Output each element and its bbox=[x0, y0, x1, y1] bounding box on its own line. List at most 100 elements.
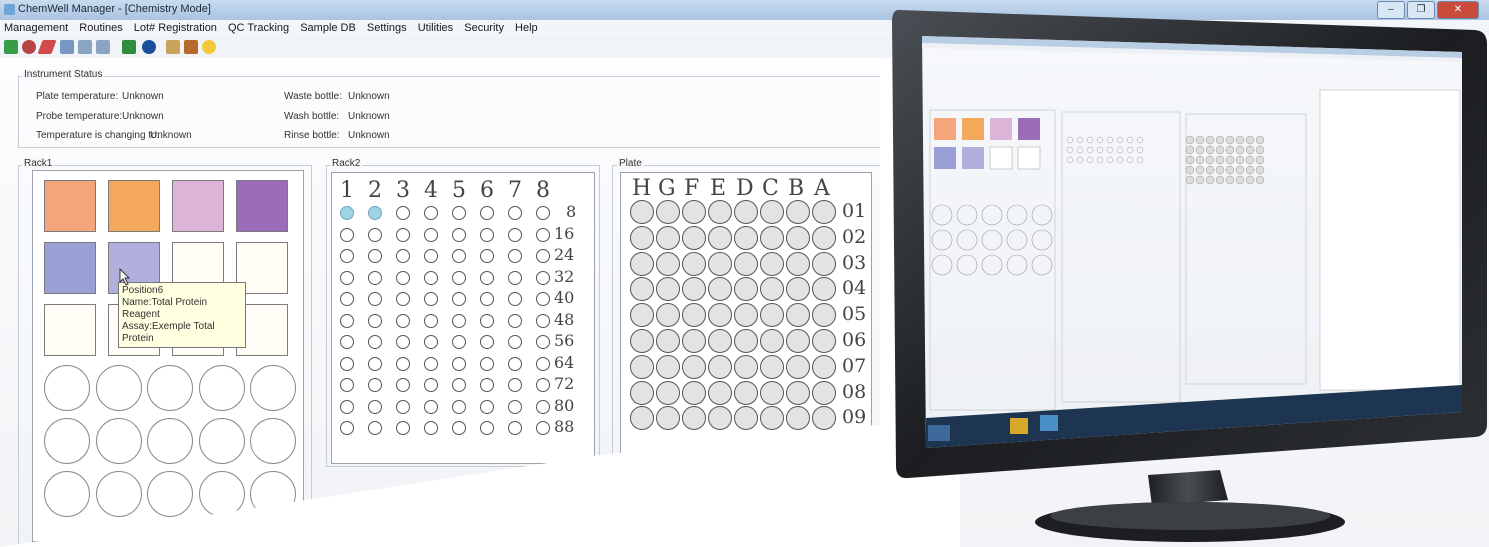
plate-well[interactable] bbox=[812, 354, 836, 379]
rack2-tube[interactable] bbox=[508, 206, 522, 220]
rack2-tube[interactable] bbox=[368, 249, 382, 263]
rack2-tube[interactable] bbox=[424, 356, 438, 371]
rack2-tube[interactable] bbox=[536, 227, 550, 242]
plate-well[interactable] bbox=[760, 380, 784, 405]
rack2-tube[interactable] bbox=[396, 206, 410, 220]
menu-security[interactable]: Security bbox=[460, 20, 508, 36]
plate-well[interactable] bbox=[812, 200, 836, 224]
rack1-tube-8[interactable] bbox=[147, 418, 193, 464]
rack2-tube[interactable] bbox=[396, 270, 410, 285]
robot-icon[interactable] bbox=[22, 40, 36, 54]
rack2-tube[interactable] bbox=[340, 421, 354, 435]
rack2-tube[interactable] bbox=[396, 249, 410, 263]
plate-well[interactable] bbox=[708, 380, 732, 405]
plate-well[interactable] bbox=[708, 329, 732, 353]
rack2-tube[interactable] bbox=[480, 249, 494, 263]
rack1-tube-1[interactable] bbox=[44, 365, 90, 411]
rack2-tube[interactable] bbox=[368, 421, 382, 435]
rack2-tube[interactable] bbox=[452, 399, 466, 414]
rack2-tube[interactable] bbox=[368, 378, 382, 392]
rack2-tube[interactable] bbox=[480, 206, 494, 220]
plate-well[interactable] bbox=[630, 380, 654, 405]
rack2-tube[interactable] bbox=[424, 399, 438, 414]
rack1-tube-12[interactable] bbox=[95, 471, 142, 517]
rack2-tube[interactable] bbox=[396, 399, 410, 414]
plate-well[interactable] bbox=[786, 225, 810, 250]
menu-management[interactable]: Management bbox=[0, 20, 72, 36]
rack2-tube[interactable] bbox=[340, 378, 354, 392]
rack1-position-3[interactable] bbox=[172, 180, 224, 232]
rack1-position-4[interactable] bbox=[236, 180, 288, 232]
rack2-tube[interactable] bbox=[508, 421, 522, 435]
plate-well[interactable] bbox=[734, 200, 758, 224]
rack2-tube[interactable] bbox=[508, 249, 522, 263]
plate-well[interactable] bbox=[656, 251, 680, 276]
rack1-tube-4[interactable] bbox=[198, 365, 245, 411]
plate-well[interactable] bbox=[656, 329, 680, 353]
rack2-tube[interactable] bbox=[424, 313, 438, 328]
rack2-tube[interactable] bbox=[368, 356, 382, 371]
rack2-tube[interactable] bbox=[424, 249, 438, 263]
rack2-tube[interactable] bbox=[368, 270, 382, 285]
plate-well[interactable] bbox=[682, 329, 706, 353]
plate-well[interactable] bbox=[760, 329, 784, 353]
rack1-position-5[interactable] bbox=[44, 242, 96, 294]
grid-icon[interactable] bbox=[4, 40, 18, 54]
rack1-tube-14[interactable] bbox=[198, 471, 245, 517]
rack2-tube[interactable] bbox=[536, 292, 550, 306]
plate-well[interactable] bbox=[734, 354, 758, 379]
plate-row-checkbox[interactable] bbox=[882, 336, 889, 346]
rack1-position-1[interactable] bbox=[44, 180, 96, 232]
smiley-icon[interactable] bbox=[202, 40, 216, 54]
rack2-tube[interactable] bbox=[508, 270, 522, 285]
rack2-tube[interactable] bbox=[508, 313, 522, 328]
rack2-tube[interactable] bbox=[340, 399, 354, 414]
rack2-tube[interactable] bbox=[396, 378, 410, 392]
rack2-tube[interactable] bbox=[480, 292, 494, 306]
green-square-icon[interactable] bbox=[122, 40, 136, 54]
rack2-tube[interactable] bbox=[508, 335, 522, 349]
rack2-tube[interactable] bbox=[424, 335, 438, 349]
rack2-tube[interactable] bbox=[452, 335, 466, 349]
rack1-tube-9[interactable] bbox=[198, 418, 245, 464]
rack1-tube-3[interactable] bbox=[147, 365, 193, 411]
plate-well[interactable] bbox=[760, 303, 784, 328]
plate-well[interactable] bbox=[786, 251, 810, 276]
rack2-tube[interactable] bbox=[536, 378, 550, 392]
rack2-tube[interactable] bbox=[368, 292, 382, 306]
rack2-tube[interactable] bbox=[340, 270, 354, 285]
rack2-tube[interactable] bbox=[340, 206, 354, 220]
rack2-tube[interactable] bbox=[508, 356, 522, 371]
rack2-tube[interactable] bbox=[508, 227, 522, 242]
plate-well[interactable] bbox=[630, 251, 654, 276]
rack2-tube[interactable] bbox=[396, 356, 410, 371]
rack2-tube[interactable] bbox=[340, 335, 354, 349]
menu-qc-tracking[interactable]: QC Tracking bbox=[224, 20, 293, 36]
menu-sample-db[interactable]: Sample DB bbox=[296, 20, 360, 36]
export-icon[interactable] bbox=[78, 40, 92, 54]
rack2-tube[interactable] bbox=[536, 206, 550, 220]
plate-well[interactable] bbox=[682, 380, 706, 405]
rack2-tube[interactable] bbox=[452, 421, 466, 435]
book-icon[interactable] bbox=[184, 40, 198, 54]
rack1-tube-2[interactable] bbox=[95, 365, 142, 411]
rack2-tube[interactable] bbox=[396, 227, 410, 242]
rack2-tube[interactable] bbox=[480, 356, 494, 371]
rack2-tube[interactable] bbox=[480, 421, 494, 435]
plate-well[interactable] bbox=[682, 303, 706, 328]
rack2-tube[interactable] bbox=[424, 206, 438, 220]
plate-row-checkbox[interactable] bbox=[882, 258, 889, 269]
rack2-tube[interactable] bbox=[452, 292, 466, 306]
rack2-tube[interactable] bbox=[480, 227, 494, 242]
rack2-tube[interactable] bbox=[368, 399, 382, 414]
plate-well[interactable] bbox=[630, 354, 654, 379]
menu-routines[interactable]: Routines bbox=[75, 20, 126, 36]
rack2-tube[interactable] bbox=[368, 206, 382, 220]
rack2-tube[interactable] bbox=[452, 378, 466, 392]
plate-well[interactable] bbox=[656, 354, 680, 379]
plate-well[interactable] bbox=[708, 251, 732, 276]
plate-well[interactable] bbox=[760, 225, 784, 250]
rack2-tube[interactable] bbox=[424, 378, 438, 392]
rack2-tube[interactable] bbox=[536, 335, 550, 349]
plate-well[interactable] bbox=[630, 200, 654, 224]
